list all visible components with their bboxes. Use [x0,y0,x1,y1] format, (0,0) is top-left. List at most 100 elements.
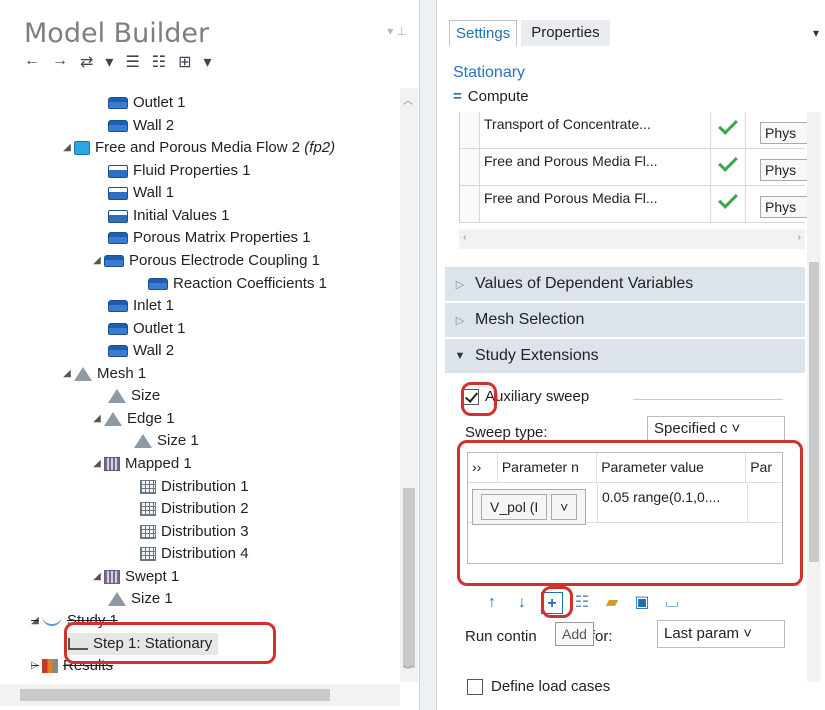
add-icon[interactable]: + [541,592,563,614]
tree-item[interactable]: Wall 2 [108,115,174,137]
sweep-type-select[interactable]: Specified c ˅ [647,416,785,442]
tree-item[interactable]: Distribution 2 [140,498,249,520]
collapse-icon[interactable]: ☰ [125,52,139,72]
table-horizontal-scrollbar[interactable]: ‹ › [459,229,805,249]
tree-item[interactable]: Outlet 1 [108,318,186,340]
tree-item-study[interactable]: ◢ Study 1 [28,610,118,632]
tree-item[interactable]: ◢ Mapped 1 [90,453,192,475]
tab-settings[interactable]: Settings [449,20,518,46]
scroll-thumb[interactable] [20,689,330,701]
tree-item[interactable]: Wall 1 [108,182,174,204]
chevron-down-icon: ˅ [551,494,578,520]
tree-item[interactable]: Wall 2 [108,340,174,362]
section-mesh-selection[interactable]: ▷ Mesh Selection [445,303,805,337]
tree-item[interactable]: Distribution 3 [140,521,249,543]
tree-item[interactable]: ◢ Swept 1 [90,566,179,588]
expand-icon[interactable]: ☷ [152,52,166,72]
show-icon[interactable]: ⇄ [80,52,93,72]
tree-item[interactable]: Outlet 1 [108,92,186,114]
parameter-value-cell[interactable]: 0.05 range(0.1,0.... [598,483,748,522]
tree-item[interactable]: Distribution 1 [140,476,249,498]
aux-sweep-checkbox[interactable] [463,388,479,405]
check-icon[interactable] [718,189,738,209]
column-header[interactable]: Par [746,453,782,482]
range-icon[interactable]: ⌴ [661,592,683,614]
table-row[interactable]: Transport of Concentrate... Phys [460,112,810,149]
check-icon[interactable] [718,152,738,172]
grid-icon[interactable]: ⊞ [178,52,191,72]
move-down-icon[interactable]: ↓ [511,592,533,614]
tree-item[interactable]: Reaction Coefficients 1 [148,273,327,295]
physics-button[interactable]: Phys [760,196,810,218]
scroll-right-icon[interactable]: › [798,232,801,243]
tree-item-step[interactable]: Step 1: Stationary [68,633,219,655]
tree-item[interactable]: Porous Matrix Properties 1 [108,227,311,249]
distribution-icon [140,480,156,494]
expand-toggle-icon[interactable]: ◢ [28,610,42,632]
scroll-thumb[interactable] [403,488,415,668]
expand-columns-icon[interactable]: ›› [468,453,498,482]
pin-icon[interactable]: ▾ ⊥ [387,24,407,38]
tree-item[interactable]: Distribution 4 [140,543,249,565]
scroll-thumb[interactable] [809,262,819,562]
table-row[interactable]: Free and Porous Media Fl... Phys [460,149,810,186]
section-study-extensions[interactable]: ▼ Study Extensions [445,339,805,373]
tree-item-physics[interactable]: ◢ Free and Porous Media Flow 2 (fp2) [60,137,335,159]
define-load-cases-checkbox[interactable] [467,678,483,695]
tree-item[interactable]: Fluid Properties 1 [108,160,251,182]
table-row[interactable]: V_pol (I ˅ 0.05 range(0.1,0.... [468,483,782,525]
physics-button[interactable]: Phys [760,122,810,144]
save-icon[interactable]: ▣ [631,592,653,614]
settings-vertical-scrollbar[interactable] [807,112,821,682]
expand-toggle-icon[interactable]: ◢ [60,363,74,385]
domain-icon [148,278,168,290]
expand-toggle-icon[interactable]: ◢ [90,453,104,475]
delete-icon[interactable]: ☷ [571,592,593,614]
expand-toggle-icon[interactable]: ◢ [90,250,104,272]
physics-button[interactable]: Phys [760,159,810,181]
run-continuation-select[interactable]: Last param ˅ [657,620,785,648]
tree-item[interactable]: ◢ Porous Electrode Coupling 1 [90,250,320,272]
scroll-down-icon[interactable]: ﹀ [403,662,413,677]
physics-table: Transport of Concentrate... Phys Free an… [459,112,810,223]
expand-toggle-icon[interactable]: ◢ [90,566,104,588]
domain-icon [104,255,124,267]
folder-icon[interactable]: ▰ [601,592,623,614]
section-values-dependent[interactable]: ▷ Values of Dependent Variables [445,267,805,301]
tree-item[interactable]: ◢ Edge 1 [90,408,174,430]
compute-button[interactable]: = Compute [453,88,529,105]
back-arrow-icon[interactable]: ← [24,52,40,72]
scroll-up-icon[interactable]: ︿ [403,92,413,107]
check-icon[interactable] [718,115,738,135]
tree-item[interactable]: Inlet 1 [108,295,174,317]
forward-arrow-icon[interactable]: → [52,52,68,72]
chevron-down-icon: ˅ [731,420,741,437]
tree-item-mesh[interactable]: ◢ Mesh 1 [60,363,146,385]
splitter[interactable] [420,0,436,710]
table-header: ›› Parameter n Parameter value Par [468,453,782,483]
move-up-icon[interactable]: ↑ [481,592,503,614]
parameter-name-select[interactable]: V_pol (I ˅ [468,483,598,525]
define-load-cases-row: Define load cases [467,678,610,695]
study-extensions-content: Auxiliary sweep Sweep type: Specified c … [457,380,797,700]
chevron-down-icon[interactable]: ▾ [813,26,819,40]
expand-toggle-icon[interactable]: ◢ [90,408,104,430]
tree-item[interactable]: Size 1 [134,430,199,452]
tree-item[interactable]: Size [108,385,160,407]
tree-item[interactable]: Size 1 [108,588,173,610]
collapsed-section-icon: ▷ [455,314,465,327]
dropdown-icon[interactable]: ▾ [204,52,212,72]
tree-item-results[interactable]: ▷ Results [28,655,113,677]
tree-item[interactable]: Initial Values 1 [108,205,229,227]
tree-horizontal-scrollbar[interactable] [0,684,400,706]
column-header[interactable]: Parameter n [498,453,598,482]
dropdown-icon[interactable]: ▾ [105,52,113,72]
scroll-left-icon[interactable]: ‹ [463,232,466,243]
tree-vertical-scrollbar[interactable]: ︿ ﹀ [400,88,418,682]
column-header[interactable]: Parameter value [597,453,747,482]
table-row[interactable]: Free and Porous Media Fl... Phys [460,186,810,223]
tab-properties[interactable]: Properties [521,20,610,46]
expand-toggle-icon[interactable]: ◢ [60,137,74,159]
boundary-icon [108,345,128,357]
collapsed-toggle-icon[interactable]: ▷ [28,655,42,677]
